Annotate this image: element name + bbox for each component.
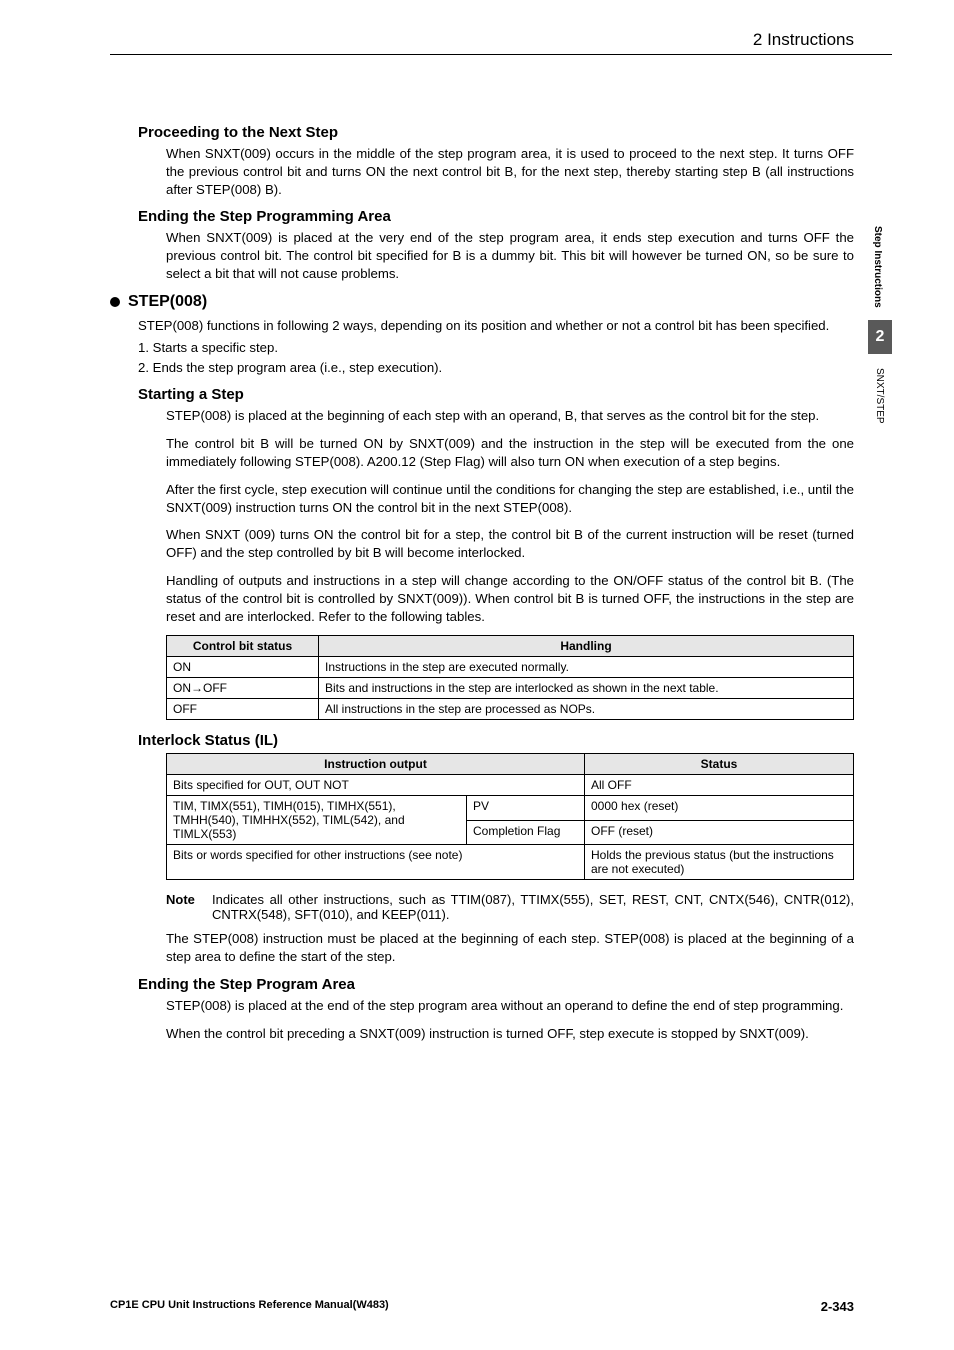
table-row: Instruction output Status <box>167 754 854 775</box>
table-interlock-status: Instruction output Status Bits specified… <box>166 753 854 880</box>
para: The control bit B will be turned ON by S… <box>166 435 854 471</box>
para: STEP(008) is placed at the beginning of … <box>166 407 854 425</box>
para: STEP(008) is placed at the end of the st… <box>166 997 854 1015</box>
para: After the first cycle, step execution wi… <box>166 481 854 517</box>
td: TIM, TIMX(551), TIMH(015), TIMHX(551), T… <box>167 796 467 845</box>
td: OFF <box>167 699 319 720</box>
td: PV <box>467 796 585 821</box>
table-control-bit-status: Control bit status Handling ON Instructi… <box>166 635 854 720</box>
list-item: 1. Starts a specific step. <box>138 339 854 357</box>
heading-step008-text: STEP(008) <box>128 293 207 311</box>
header-section: 2 Instructions <box>753 30 854 50</box>
heading-proceeding: Proceeding to the Next Step <box>138 124 854 141</box>
table-row: OFF All instructions in the step are pro… <box>167 699 854 720</box>
td: All instructions in the step are process… <box>319 699 854 720</box>
td: 0000 hex (reset) <box>585 796 854 821</box>
para: When SNXT(009) is placed at the very end… <box>166 229 854 282</box>
table-row: ON→OFF Bits and instructions in the step… <box>167 678 854 699</box>
heading-ending-step-program: Ending the Step Program Area <box>138 976 854 993</box>
table-row: ON Instructions in the step are executed… <box>167 657 854 678</box>
para: STEP(008) functions in following 2 ways,… <box>138 317 854 335</box>
td: Bits or words specified for other instru… <box>167 845 585 880</box>
footer-page-number: 2-343 <box>821 1299 854 1314</box>
content: Proceeding to the Next Step When SNXT(00… <box>110 120 854 1270</box>
side-chapter-number: 2 <box>868 320 892 354</box>
side-label-bottom: SNXT/STEP <box>868 360 891 432</box>
table-row: Bits or words specified for other instru… <box>167 845 854 880</box>
th: Control bit status <box>167 636 319 657</box>
td: Instructions in the step are executed no… <box>319 657 854 678</box>
td: Bits and instructions in the step are in… <box>319 678 854 699</box>
header-rule <box>110 54 892 55</box>
td: All OFF <box>585 775 854 796</box>
table-row: Control bit status Handling <box>167 636 854 657</box>
note-text: Indicates all other instructions, such a… <box>212 892 854 922</box>
list-item: 2. Ends the step program area (i.e., ste… <box>138 359 854 377</box>
para: Handling of outputs and instructions in … <box>166 572 854 625</box>
td: Holds the previous status (but the instr… <box>585 845 854 880</box>
table-row: Bits specified for OUT, OUT NOT All OFF <box>167 775 854 796</box>
para: When SNXT (009) turns ON the control bit… <box>166 526 854 562</box>
footer: CP1E CPU Unit Instructions Reference Man… <box>110 1299 854 1314</box>
side-label-top: Step Instructions <box>868 220 887 314</box>
td: Completion Flag <box>467 820 585 845</box>
td: ON→OFF <box>167 678 319 699</box>
note: Note Indicates all other instructions, s… <box>166 892 854 922</box>
para: The STEP(008) instruction must be placed… <box>166 930 854 966</box>
heading-step008: STEP(008) <box>110 293 854 311</box>
td: ON <box>167 657 319 678</box>
table-row: TIM, TIMX(551), TIMH(015), TIMHX(551), T… <box>167 796 854 821</box>
th: Handling <box>319 636 854 657</box>
heading-interlock-status: Interlock Status (IL) <box>138 732 854 749</box>
footer-left: CP1E CPU Unit Instructions Reference Man… <box>110 1299 389 1314</box>
heading-starting-step: Starting a Step <box>138 386 854 403</box>
th: Instruction output <box>167 754 585 775</box>
heading-ending-area: Ending the Step Programming Area <box>138 208 854 225</box>
td: OFF (reset) <box>585 820 854 845</box>
bullet-icon <box>110 297 120 307</box>
note-label: Note <box>166 892 212 922</box>
para: When the control bit preceding a SNXT(00… <box>166 1025 854 1043</box>
th: Status <box>585 754 854 775</box>
side-tabs: Step Instructions 2 SNXT/STEP <box>868 220 892 431</box>
para: When SNXT(009) occurs in the middle of t… <box>166 145 854 198</box>
td: Bits specified for OUT, OUT NOT <box>167 775 585 796</box>
